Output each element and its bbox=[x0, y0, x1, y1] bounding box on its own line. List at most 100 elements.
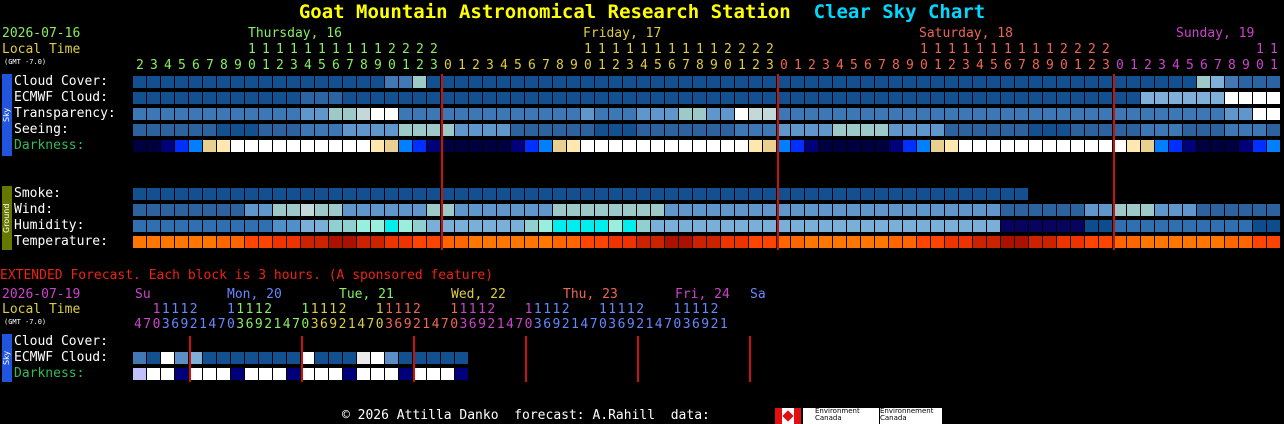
cell-smoke[interactable] bbox=[287, 188, 300, 200]
cell-humid[interactable] bbox=[189, 220, 202, 232]
cell-seeing[interactable] bbox=[651, 124, 664, 136]
cell-seeing[interactable] bbox=[1267, 124, 1280, 136]
cell-seeing[interactable] bbox=[511, 124, 524, 136]
cell-ecmwf[interactable] bbox=[805, 92, 818, 104]
ext-cell-dark[interactable] bbox=[357, 368, 370, 380]
cell-temp[interactable] bbox=[1043, 236, 1056, 248]
cell-transp[interactable] bbox=[175, 108, 188, 120]
cell-humid[interactable] bbox=[973, 220, 986, 232]
cell-dark[interactable] bbox=[399, 140, 412, 152]
row-label-seeing[interactable]: Seeing: bbox=[14, 122, 69, 138]
row-label-ecmwf[interactable]: ECMWF Cloud: bbox=[14, 90, 108, 106]
cell-smoke[interactable] bbox=[819, 188, 832, 200]
cell-seeing[interactable] bbox=[483, 124, 496, 136]
cell-wind[interactable] bbox=[413, 204, 426, 216]
cell-seeing[interactable] bbox=[455, 124, 468, 136]
cell-wind[interactable] bbox=[469, 204, 482, 216]
cell-temp[interactable] bbox=[651, 236, 664, 248]
cell-dark[interactable] bbox=[1155, 140, 1168, 152]
cell-ecmwf[interactable] bbox=[357, 92, 370, 104]
cell-smoke[interactable] bbox=[413, 188, 426, 200]
cell-wind[interactable] bbox=[245, 204, 258, 216]
ext-cell-dark[interactable] bbox=[133, 368, 146, 380]
cell-humid[interactable] bbox=[875, 220, 888, 232]
cell-dark[interactable] bbox=[329, 140, 342, 152]
cell-cloud[interactable] bbox=[959, 76, 972, 88]
cell-dark[interactable] bbox=[679, 140, 692, 152]
cell-temp[interactable] bbox=[553, 236, 566, 248]
cell-cloud[interactable] bbox=[1099, 76, 1112, 88]
cell-temp[interactable] bbox=[315, 236, 328, 248]
row-label-humidity[interactable]: Humidity: bbox=[14, 218, 84, 234]
cell-seeing[interactable] bbox=[1239, 124, 1252, 136]
cell-transp[interactable] bbox=[903, 108, 916, 120]
cell-wind[interactable] bbox=[931, 204, 944, 216]
cell-temp[interactable] bbox=[973, 236, 986, 248]
cell-smoke[interactable] bbox=[917, 188, 930, 200]
cell-humid[interactable] bbox=[427, 220, 440, 232]
cell-transp[interactable] bbox=[833, 108, 846, 120]
cell-seeing[interactable] bbox=[413, 124, 426, 136]
cell-transp[interactable] bbox=[189, 108, 202, 120]
cell-cloud[interactable] bbox=[665, 76, 678, 88]
cell-temp[interactable] bbox=[175, 236, 188, 248]
cell-transp[interactable] bbox=[287, 108, 300, 120]
cell-smoke[interactable] bbox=[889, 188, 902, 200]
cell-ecmwf[interactable] bbox=[1155, 92, 1168, 104]
cell-seeing[interactable] bbox=[917, 124, 930, 136]
cell-cloud[interactable] bbox=[427, 76, 440, 88]
cell-transp[interactable] bbox=[497, 108, 510, 120]
cell-humid[interactable] bbox=[1253, 220, 1266, 232]
cell-cloud[interactable] bbox=[623, 76, 636, 88]
cell-temp[interactable] bbox=[1267, 236, 1280, 248]
cell-cloud[interactable] bbox=[511, 76, 524, 88]
cell-temp[interactable] bbox=[791, 236, 804, 248]
cell-ecmwf[interactable] bbox=[1239, 92, 1252, 104]
cell-seeing[interactable] bbox=[301, 124, 314, 136]
cell-dark[interactable] bbox=[581, 140, 594, 152]
cell-cloud[interactable] bbox=[1225, 76, 1238, 88]
cell-smoke[interactable] bbox=[245, 188, 258, 200]
cell-humid[interactable] bbox=[1183, 220, 1196, 232]
cell-seeing[interactable] bbox=[315, 124, 328, 136]
cell-ecmwf[interactable] bbox=[1225, 92, 1238, 104]
cell-seeing[interactable] bbox=[819, 124, 832, 136]
ext-cell-ecmwf[interactable] bbox=[427, 352, 440, 364]
cell-wind[interactable] bbox=[567, 204, 580, 216]
cell-seeing[interactable] bbox=[1099, 124, 1112, 136]
cell-temp[interactable] bbox=[861, 236, 874, 248]
row-label-smoke[interactable]: Smoke: bbox=[14, 186, 61, 202]
cell-humid[interactable] bbox=[1211, 220, 1224, 232]
ext-cell-dark[interactable] bbox=[371, 368, 384, 380]
cell-cloud[interactable] bbox=[1001, 76, 1014, 88]
cell-transp[interactable] bbox=[455, 108, 468, 120]
cell-cloud[interactable] bbox=[385, 76, 398, 88]
cell-seeing[interactable] bbox=[1071, 124, 1084, 136]
cell-ecmwf[interactable] bbox=[707, 92, 720, 104]
cell-cloud[interactable] bbox=[693, 76, 706, 88]
cell-temp[interactable] bbox=[259, 236, 272, 248]
cell-temp[interactable] bbox=[287, 236, 300, 248]
cell-ecmwf[interactable] bbox=[1043, 92, 1056, 104]
cell-transp[interactable] bbox=[987, 108, 1000, 120]
cell-ecmwf[interactable] bbox=[483, 92, 496, 104]
cell-temp[interactable] bbox=[679, 236, 692, 248]
cell-seeing[interactable] bbox=[581, 124, 594, 136]
cell-dark[interactable] bbox=[147, 140, 160, 152]
cell-wind[interactable] bbox=[1099, 204, 1112, 216]
cell-temp[interactable] bbox=[1085, 236, 1098, 248]
cell-transp[interactable] bbox=[273, 108, 286, 120]
cell-smoke[interactable] bbox=[973, 188, 986, 200]
cell-ecmwf[interactable] bbox=[763, 92, 776, 104]
cell-humid[interactable] bbox=[959, 220, 972, 232]
cell-ecmwf[interactable] bbox=[343, 92, 356, 104]
cell-transp[interactable] bbox=[875, 108, 888, 120]
cell-cloud[interactable] bbox=[357, 76, 370, 88]
cell-humid[interactable] bbox=[1141, 220, 1154, 232]
cell-smoke[interactable] bbox=[847, 188, 860, 200]
cell-ecmwf[interactable] bbox=[1001, 92, 1014, 104]
cell-temp[interactable] bbox=[833, 236, 846, 248]
cell-humid[interactable] bbox=[581, 220, 594, 232]
cell-seeing[interactable] bbox=[945, 124, 958, 136]
cell-temp[interactable] bbox=[427, 236, 440, 248]
